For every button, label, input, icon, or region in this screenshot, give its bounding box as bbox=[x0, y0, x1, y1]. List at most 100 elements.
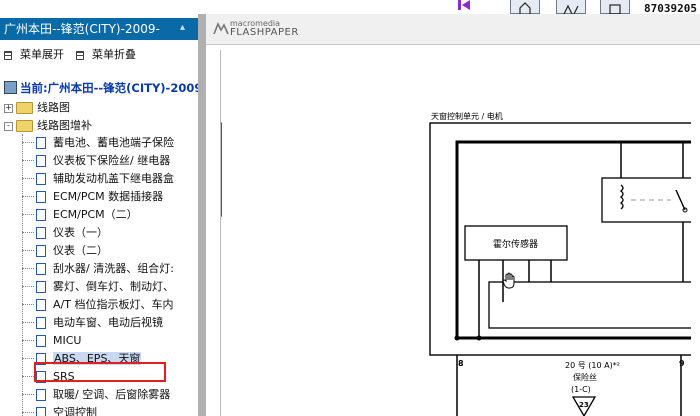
toolbar-home-button[interactable] bbox=[600, 0, 630, 15]
folder-open-icon bbox=[16, 120, 33, 132]
tree-item-label: 空调控制 bbox=[53, 406, 97, 416]
tree-node-wiring[interactable]: + 线路图 bbox=[4, 100, 70, 116]
panel-splitter[interactable] bbox=[198, 14, 206, 416]
document-icon bbox=[36, 227, 46, 239]
document-icon bbox=[36, 155, 46, 167]
tree-item[interactable]: 仪表（二） bbox=[36, 242, 108, 259]
tree-item[interactable]: 取暖/ 空调、后窗除雾器 bbox=[36, 386, 170, 403]
selection-highlight-box bbox=[34, 362, 166, 382]
tree-item-label: ECM/PCM（二） bbox=[53, 208, 138, 221]
expand-all-button[interactable]: 菜单展开 bbox=[4, 46, 64, 62]
tree-item[interactable]: ECM/PCM 数据插接器 bbox=[36, 188, 163, 205]
tree-line bbox=[22, 214, 34, 215]
document-icon bbox=[36, 335, 46, 347]
tree-line bbox=[22, 178, 34, 179]
current-label: 当前:广州本田--锋范(CITY)-2009 bbox=[20, 81, 198, 95]
tree-line bbox=[22, 412, 34, 413]
junction bbox=[454, 335, 460, 341]
tree-item-label: 电动车窗、电动后视镜 bbox=[53, 316, 163, 329]
folder-icon bbox=[16, 102, 33, 114]
document-icon bbox=[36, 263, 46, 275]
tree-item[interactable]: A/T 档位指示板灯、车内 bbox=[36, 296, 173, 313]
tree-item[interactable]: 仪表板下保险丝/ 继电器 bbox=[36, 152, 170, 169]
fuse-label: (1-C) bbox=[571, 385, 591, 394]
document-page: 天窗控制单元 / 电机 霍尔传感器 8 9 20 号 (10 A)*² 保险丝 … bbox=[220, 50, 691, 416]
menu-panel: 广州本田--锋范(CITY)-2009- ▴ 菜单展开 菜单折叠 当前:广州本田… bbox=[0, 14, 198, 416]
document-icon bbox=[36, 407, 46, 416]
tree-item[interactable]: 空调控制 bbox=[36, 404, 97, 416]
toolbar-forward-button[interactable] bbox=[556, 0, 586, 15]
pin-8: 8 bbox=[458, 359, 464, 368]
tree-line bbox=[22, 376, 34, 377]
sensor-label: 霍尔传感器 bbox=[493, 238, 538, 250]
hand-cursor-icon bbox=[502, 272, 515, 289]
tree-item[interactable]: 仪表（一） bbox=[36, 224, 108, 241]
tree-item[interactable]: 电动车窗、电动后视镜 bbox=[36, 314, 163, 331]
brand-bottom: FLASHPAPER bbox=[230, 27, 299, 38]
document-icon bbox=[36, 389, 46, 401]
control-block bbox=[488, 281, 691, 329]
tree-item-label: MICU bbox=[53, 334, 82, 347]
list-icon bbox=[4, 50, 12, 60]
tree-node-wiring-supplement[interactable]: - 线路图增补 bbox=[4, 118, 92, 134]
tree-line bbox=[22, 286, 34, 287]
panel-title: 广州本田--锋范(CITY)-2009- ▴ bbox=[0, 18, 198, 40]
fuse-label: 保险丝 bbox=[573, 372, 597, 382]
tree-line bbox=[22, 160, 34, 161]
tree-line bbox=[22, 358, 34, 359]
document-icon bbox=[36, 191, 46, 203]
tree-line bbox=[22, 232, 34, 233]
computer-icon bbox=[4, 81, 17, 94]
panel-title-text: 广州本田--锋范(CITY)-2009- bbox=[4, 22, 160, 36]
tree-item-label: 仪表（一） bbox=[53, 226, 108, 239]
tree-line bbox=[22, 134, 23, 416]
flashpaper-logo-icon bbox=[213, 22, 229, 35]
connector-number: 23 bbox=[579, 401, 589, 409]
tree-node-label: 线路图 bbox=[37, 101, 70, 114]
document-icon bbox=[36, 299, 46, 311]
document-icon bbox=[36, 281, 46, 293]
tree-item-label: 雾灯、倒车灯、制动灯、 bbox=[53, 280, 174, 293]
toolbar-back-button[interactable] bbox=[510, 0, 540, 14]
relay-box bbox=[601, 177, 691, 223]
expand-all-label: 菜单展开 bbox=[20, 48, 64, 61]
top-toolbar: 87039205 bbox=[0, 0, 700, 15]
tree-line bbox=[22, 142, 34, 143]
collapse-icon[interactable]: - bbox=[4, 121, 13, 131]
wiring-diagram: 天窗控制单元 / 电机 霍尔传感器 8 9 20 号 (10 A)*² 保险丝 … bbox=[221, 111, 691, 416]
tree-item[interactable]: 辅助发动机盖下继电器盒 bbox=[36, 170, 174, 187]
tree-item-label: 蓄电池、蓄电池端子保险 bbox=[53, 136, 174, 149]
viewer-toolbar: macromedia FLASHPAPER bbox=[206, 14, 700, 45]
tree-item[interactable]: 雾灯、倒车灯、制动灯、 bbox=[36, 278, 174, 295]
tree-line bbox=[22, 304, 34, 305]
document-icon bbox=[36, 173, 46, 185]
tree-item-label: A/T 档位指示板灯、车内 bbox=[53, 298, 174, 311]
unit-label: 天窗控制单元 / 电机 bbox=[431, 111, 503, 121]
tree-item[interactable]: ECM/PCM（二） bbox=[36, 206, 138, 223]
expand-icon[interactable]: + bbox=[4, 103, 13, 113]
tree-item[interactable]: 蓄电池、蓄电池端子保险 bbox=[36, 134, 174, 151]
tree-item-label: 取暖/ 空调、后窗除雾器 bbox=[53, 388, 171, 401]
tree-line bbox=[22, 322, 34, 323]
tree-item[interactable]: 刮水器/ 清洗器、组合灯: bbox=[36, 260, 174, 277]
tree-line bbox=[22, 196, 34, 197]
collapse-all-button[interactable]: 菜单折叠 bbox=[76, 46, 136, 62]
tree-item-label: 仪表板下保险丝/ 继电器 bbox=[53, 154, 171, 167]
document-icon bbox=[36, 245, 46, 257]
document-icon bbox=[36, 137, 46, 149]
document-viewer: macromedia FLASHPAPER 天窗控制单元 / 电机 霍尔传感器 bbox=[206, 14, 700, 416]
pin-9: 9 bbox=[679, 359, 685, 368]
nav-icon[interactable] bbox=[456, 0, 474, 12]
panel-collapse-icon[interactable]: ▴ bbox=[180, 23, 192, 33]
tree-item-label: 刮水器/ 清洗器、组合灯: bbox=[53, 262, 174, 275]
document-icon bbox=[36, 317, 46, 329]
tree-line bbox=[22, 394, 34, 395]
tree-item-label: 仪表（二） bbox=[53, 244, 108, 257]
document-icon bbox=[36, 209, 46, 221]
list-icon bbox=[76, 50, 84, 60]
tree-line bbox=[22, 340, 34, 341]
tree-item-label: ECM/PCM 数据插接器 bbox=[53, 190, 164, 203]
tree-item[interactable]: MICU bbox=[36, 332, 81, 349]
current-location[interactable]: 当前:广州本田--锋范(CITY)-2009 bbox=[4, 80, 198, 96]
tree-line bbox=[22, 250, 34, 251]
